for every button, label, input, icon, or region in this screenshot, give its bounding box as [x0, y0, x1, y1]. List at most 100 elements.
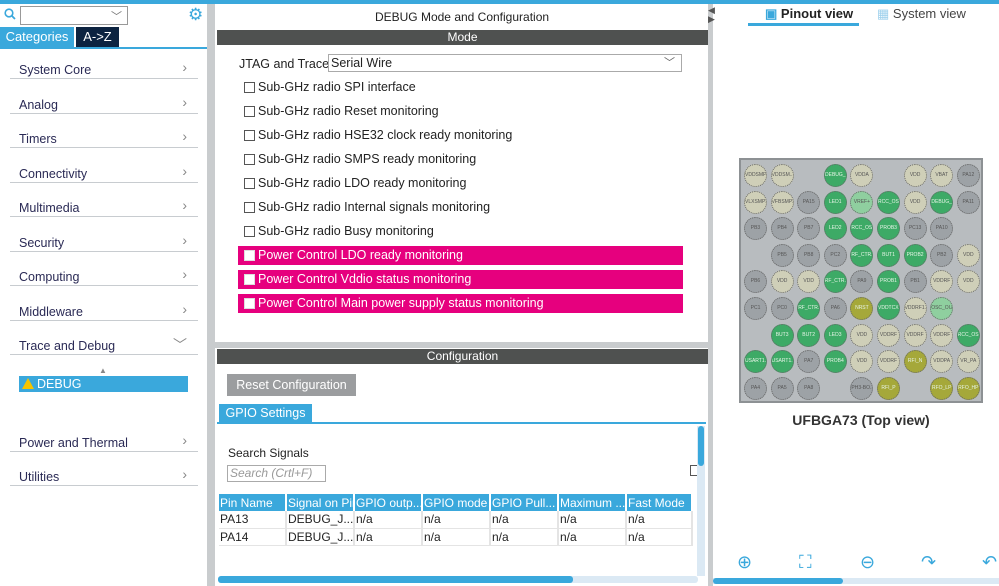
pin[interactable]: PA8	[797, 376, 821, 400]
checkbox[interactable]	[244, 202, 255, 213]
pin[interactable]: OSC_OU..	[930, 297, 954, 320]
column-header[interactable]: GPIO Pull...	[490, 494, 559, 511]
mode-option-checkbox[interactable]: Sub-GHz radio Reset monitoring	[238, 102, 683, 121]
pin[interactable]: PA10	[930, 217, 954, 241]
pin[interactable]: PC0	[770, 297, 794, 320]
tab-a-to-z[interactable]: A->Z	[76, 27, 119, 47]
pin[interactable]: VDDRF	[903, 323, 927, 347]
sidebar-item-category[interactable]: Timers ›	[10, 118, 198, 148]
sidebar-item-debug[interactable]: DEBUG	[19, 376, 188, 392]
mode-option-checkbox[interactable]: Sub-GHz radio Busy monitoring	[238, 222, 683, 241]
sidebar-item-category[interactable]: Multimedia ›	[10, 187, 198, 217]
pin[interactable]: PA7	[797, 350, 821, 374]
pin[interactable]: VDD	[956, 270, 980, 294]
sidebar-item-category[interactable]: Power and Thermal ›	[10, 422, 198, 452]
pin[interactable]: VDD	[903, 164, 927, 187]
checkbox[interactable]	[244, 82, 255, 93]
sidebar-item-category[interactable]: Middleware ›	[10, 291, 198, 321]
fit-screen-icon[interactable]: ⛶	[799, 552, 812, 573]
pin[interactable]: PROB2	[903, 243, 927, 267]
pin[interactable]: VR_PA	[956, 350, 980, 374]
panel-divider-h[interactable]	[215, 342, 708, 348]
pin[interactable]: VDDA	[850, 164, 874, 187]
pin[interactable]: BUT2	[797, 323, 821, 347]
search-icon[interactable]	[4, 8, 16, 20]
panel-divider[interactable]	[207, 4, 215, 586]
pin[interactable]: PA11	[956, 190, 980, 214]
pin[interactable]: VDD	[850, 323, 874, 347]
pin[interactable]: PROB3	[877, 217, 900, 241]
pin[interactable]: RFO_LP	[930, 376, 954, 400]
pin[interactable]: VDD	[850, 350, 874, 374]
pin[interactable]: PA9	[850, 270, 874, 294]
pin[interactable]: RF_CTR..	[850, 243, 874, 267]
pin[interactable]: RCC_OS..	[877, 190, 900, 214]
horizontal-scrollbar[interactable]	[218, 576, 698, 583]
column-header[interactable]: GPIO outp...	[354, 494, 423, 511]
pin[interactable]: NRST	[850, 297, 874, 320]
checkbox[interactable]	[244, 130, 255, 141]
pin[interactable]: VDDRF	[930, 323, 954, 347]
tab-pinout-view[interactable]: ▣ Pinout view	[765, 6, 853, 22]
sidebar-item-category[interactable]: Analog ›	[10, 84, 198, 114]
jtag-select[interactable]: Serial Wire ﹀	[328, 54, 682, 72]
pin[interactable]: LED2	[823, 217, 847, 241]
rotate-left-icon[interactable]: ↶	[982, 552, 997, 573]
tab-system-view[interactable]: ▦ System view	[877, 6, 966, 22]
tab-categories[interactable]: Categories	[0, 27, 74, 47]
pin[interactable]: PB3	[744, 217, 767, 241]
pin[interactable]: PA12	[956, 164, 980, 187]
mode-option-checkbox[interactable]: Sub-GHz radio Internal signals monitorin…	[238, 198, 683, 217]
pin[interactable]: RFO_HP	[956, 376, 980, 400]
pin[interactable]: VDD	[956, 243, 980, 267]
pin[interactable]: BUT1	[877, 243, 900, 267]
pin[interactable]: PB5	[770, 243, 794, 267]
pin[interactable]: VDDRF1..	[903, 297, 927, 320]
pin[interactable]: RFI_P	[877, 376, 900, 400]
mode-option-checkbox[interactable]: Power Control Vddio status monitoring	[238, 270, 683, 289]
mode-option-checkbox[interactable]: Power Control Main power supply status m…	[238, 294, 683, 313]
pin[interactable]: USART1..	[744, 350, 767, 374]
checkbox[interactable]	[244, 298, 255, 309]
pin[interactable]: PB2	[930, 243, 954, 267]
mode-option-checkbox[interactable]: Sub-GHz radio SMPS ready monitoring	[238, 150, 683, 169]
pin[interactable]: VDD	[797, 270, 821, 294]
sidebar-item-category[interactable]: Security ›	[10, 222, 198, 252]
gear-icon[interactable]: ⚙	[188, 6, 203, 23]
pin[interactable]: PA6	[823, 297, 847, 320]
pin[interactable]: VDDSM..	[770, 164, 794, 187]
pin[interactable]: RF_CTR..	[823, 270, 847, 294]
mode-option-checkbox[interactable]: Sub-GHz radio HSE32 clock ready monitori…	[238, 126, 683, 145]
pin[interactable]: VDDSMPS	[744, 164, 767, 187]
pin[interactable]: RCC_OS..	[956, 323, 980, 347]
pin[interactable]: RCC_OS..	[850, 217, 874, 241]
column-header[interactable]: GPIO mode	[422, 494, 491, 511]
checkbox[interactable]	[244, 226, 255, 237]
pin[interactable]: VBAT	[930, 164, 954, 187]
column-header[interactable]: Pin Name	[219, 494, 287, 511]
pin[interactable]: PC2	[823, 243, 847, 267]
pin[interactable]: VDDRF	[877, 350, 900, 374]
pin[interactable]: PROB1	[877, 270, 900, 294]
vertical-scrollbar[interactable]	[697, 426, 705, 576]
mode-option-checkbox[interactable]: Sub-GHz radio SPI interface	[238, 78, 683, 97]
pin[interactable]: VDD	[903, 190, 927, 214]
rotate-right-icon[interactable]: ↷	[921, 552, 936, 573]
pin[interactable]: RFI_N	[903, 350, 927, 374]
pin[interactable]: PB4	[770, 217, 794, 241]
sidebar-item-category[interactable]: Connectivity ›	[10, 153, 198, 183]
sidebar-item-category[interactable]: Trace and Debug ﹀	[10, 325, 198, 355]
checkbox[interactable]	[244, 106, 255, 117]
pin[interactable]: USART1..	[770, 350, 794, 374]
column-header[interactable]: Maximum ...	[558, 494, 627, 511]
mode-option-checkbox[interactable]: Power Control LDO ready monitoring	[238, 246, 683, 265]
zoom-out-icon[interactable]: ⊖	[860, 552, 875, 573]
checkbox[interactable]	[244, 250, 255, 261]
pin[interactable]: DEBUG_	[823, 164, 847, 187]
pin[interactable]: RF_CTR..	[797, 297, 821, 320]
pin[interactable]: LED1	[823, 190, 847, 214]
pin[interactable]: VREF+	[850, 190, 874, 214]
pin[interactable]: PC1	[744, 297, 767, 320]
tab-gpio-settings[interactable]: GPIO Settings	[219, 404, 312, 422]
pin[interactable]: VFBSMPS	[770, 190, 794, 214]
